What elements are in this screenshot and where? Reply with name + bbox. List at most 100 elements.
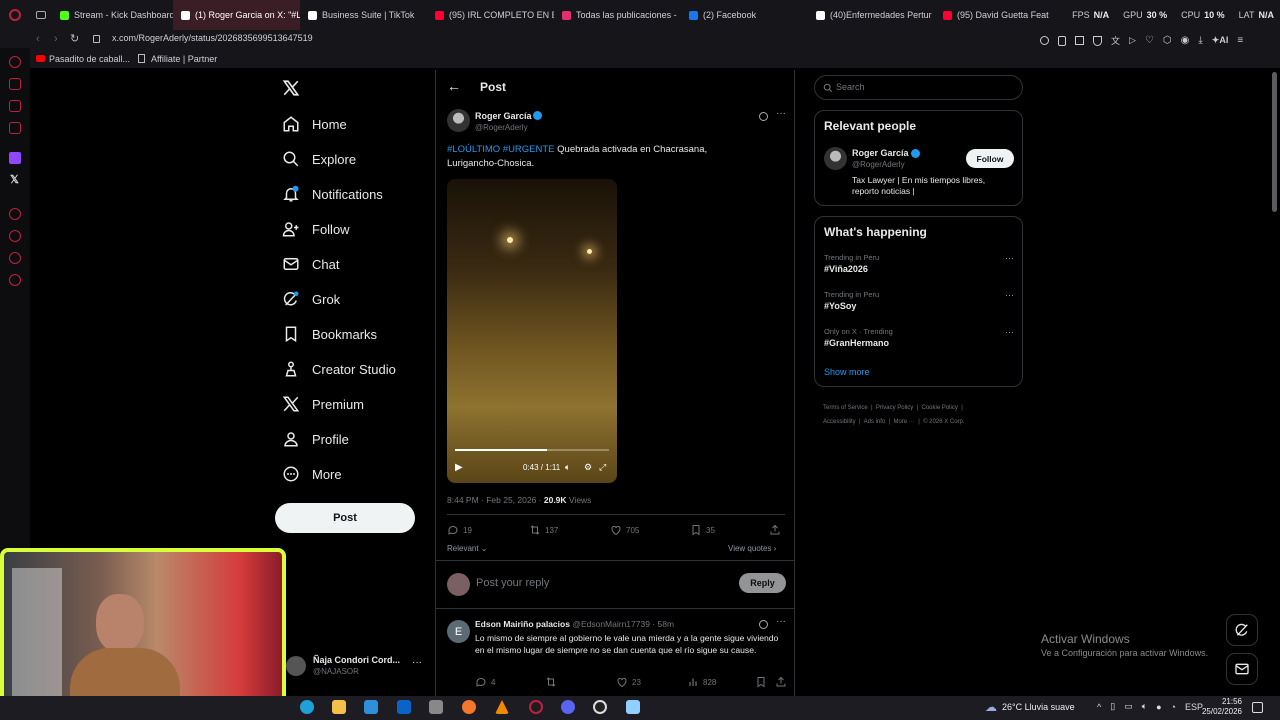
snapshot-icon[interactable] — [1075, 36, 1084, 45]
trend-item[interactable]: Only on X · Trending #GranHermano ··· — [824, 327, 1014, 357]
sidebar-chat-icon[interactable] — [9, 100, 21, 112]
reply-like-button[interactable]: 23 — [616, 676, 641, 688]
taskbar-firefox-icon[interactable] — [462, 700, 476, 714]
bookmark-1[interactable]: Pasadito de caball... — [49, 54, 130, 64]
sidebar-twitch-icon[interactable] — [9, 152, 21, 164]
reply-input[interactable]: Post your reply — [476, 577, 549, 589]
browser-tab[interactable]: (40)Enfermedades Pertur — [808, 0, 935, 30]
reply-share-button[interactable] — [775, 676, 787, 688]
nav-bookmarks[interactable]: Bookmarks — [282, 325, 377, 343]
post-hashtags[interactable]: #LOÚLTIMO #URGENTE — [447, 144, 555, 155]
person-avatar[interactable] — [824, 147, 847, 170]
reply-bookmark-button[interactable] — [755, 676, 767, 688]
taskbar-calculator-icon[interactable] — [429, 700, 443, 714]
taskbar-notes-icon[interactable] — [626, 700, 640, 714]
tray-usb-icon[interactable]: ▯ — [1110, 701, 1115, 712]
taskbar-explorer-icon[interactable] — [332, 700, 346, 714]
nav-notifications[interactable]: Notifications — [282, 185, 383, 203]
video-progress-bar[interactable] — [455, 449, 609, 451]
reply-author-avatar[interactable]: E — [447, 620, 470, 643]
follow-button[interactable]: Follow — [966, 149, 1014, 168]
opera-logo-icon[interactable] — [0, 0, 30, 30]
url-field[interactable]: x.com/RogerAderly/status/202683569951364… — [112, 33, 313, 43]
post-timestamp[interactable]: 8:44 PM · Feb 25, 2026 · — [447, 495, 544, 505]
tray-mic-icon[interactable]: ● — [1156, 702, 1161, 712]
video-play-icon[interactable]: ▶ — [455, 462, 463, 473]
reply-button[interactable]: Reply — [739, 573, 786, 593]
back-icon[interactable]: ‹ — [36, 33, 40, 45]
reply-reply-button[interactable]: 4 — [475, 676, 495, 688]
nav-profile[interactable]: Profile — [282, 430, 349, 448]
grok-float-button[interactable] — [1226, 614, 1258, 646]
notification-center-icon[interactable] — [1252, 702, 1263, 713]
account-switcher[interactable]: Ñaja Condori Cord... @NAJASOR ··· — [286, 654, 426, 680]
taskbar-opera-icon[interactable] — [529, 700, 543, 714]
sidebar-player-icon[interactable] — [9, 208, 21, 220]
shield-icon[interactable] — [1093, 35, 1102, 46]
browser-tab[interactable]: (1) Roger Garcia on X: "#L — [173, 0, 301, 30]
sort-dropdown[interactable]: Relevant ⌄ — [447, 544, 488, 553]
nav-chat[interactable]: Chat — [282, 255, 339, 273]
sidebar-mail-icon[interactable] — [9, 122, 21, 134]
browser-tab[interactable]: (2) Facebook — [681, 0, 808, 30]
nav-premium[interactable]: Premium — [282, 395, 364, 413]
post-share-button[interactable] — [769, 524, 781, 536]
reply-repost-button[interactable] — [545, 676, 557, 688]
browser-tab[interactable]: Stream - Kick Dashboard — [52, 0, 173, 30]
sidebar-history-icon[interactable] — [9, 230, 21, 242]
reply-author-name[interactable]: Edson Mairiño palacios — [475, 619, 570, 629]
browser-tab[interactable]: (95) IRL COMPLETO EN E — [427, 0, 554, 30]
menu-icon[interactable]: ≡ — [1237, 35, 1243, 46]
reply-tweet[interactable]: E Edson Mairiño palacios @EdsonMairn1773… — [436, 610, 794, 696]
heart-icon[interactable]: ♡ — [1145, 35, 1154, 46]
taskbar-outlook-icon[interactable] — [397, 700, 411, 714]
reply-views[interactable]: 828 — [687, 676, 716, 688]
zoom-icon[interactable] — [1040, 36, 1049, 45]
settings-icon[interactable]: ⚙︎ — [584, 462, 592, 473]
sidebar-messenger-icon[interactable] — [9, 78, 21, 90]
back-arrow-icon[interactable]: ← — [447, 78, 461, 94]
trend-more-icon[interactable]: ··· — [1005, 290, 1014, 300]
grok-post-icon[interactable] — [759, 112, 768, 121]
taskbar-clock[interactable]: 21:56 25/02/2026 — [1198, 697, 1242, 717]
play-icon[interactable]: ▷ — [1129, 35, 1136, 46]
author-name[interactable]: Roger García — [475, 111, 532, 121]
person-handle[interactable]: @RogerAderly — [852, 160, 905, 169]
browser-tab[interactable]: Business Suite | TikTok — [300, 0, 427, 30]
reload-icon[interactable]: ↻ — [70, 32, 79, 45]
trend-more-icon[interactable]: ··· — [1005, 327, 1014, 337]
author-avatar[interactable] — [447, 109, 470, 132]
sidebar-x-icon[interactable]: 𝕏 — [10, 173, 19, 186]
reply-grok-icon[interactable] — [759, 620, 768, 629]
footer-cookie[interactable]: Cookie Policy — [922, 405, 958, 411]
browser-tab[interactable]: (95) David Guetta Feat — [935, 0, 1062, 30]
sidebar-aria-icon[interactable] — [9, 56, 21, 68]
post-like-button[interactable]: 705 — [610, 524, 639, 536]
weather-widget[interactable]: ☁ 26°C Lluvia suave — [985, 700, 1075, 714]
footer-accessibility[interactable]: Accessibility — [823, 419, 856, 425]
browser-tab[interactable]: Todas las publicaciones - — [554, 0, 681, 30]
fullscreen-icon[interactable]: ⤢ — [599, 462, 606, 473]
nav-creator-studio[interactable]: Creator Studio — [282, 360, 396, 378]
trend-item[interactable]: Trending in Peru #Viña2026 ··· — [824, 253, 1014, 283]
volume-icon[interactable]: 🔈︎ — [565, 462, 570, 473]
post-video[interactable]: ▶ 0:43 / 1:11 🔈︎ ⚙︎ ⤢ — [447, 179, 617, 483]
nav-follow[interactable]: Follow — [282, 220, 350, 238]
sidebar-settings-icon[interactable] — [9, 274, 21, 286]
taskbar-app-icon[interactable] — [364, 700, 378, 714]
nav-grok[interactable]: Grok — [282, 290, 340, 308]
download-icon[interactable]: ⤓ — [1198, 35, 1202, 46]
account-icon[interactable]: ◉ — [1181, 35, 1190, 46]
author-handle[interactable]: @RogerAderly — [475, 123, 528, 132]
trend-item[interactable]: Trending in Peru #YoSoy ··· — [824, 290, 1014, 320]
post-more-icon[interactable]: ··· — [776, 108, 786, 119]
nav-more[interactable]: More — [282, 465, 342, 483]
person-name[interactable]: Roger García — [852, 148, 909, 158]
tray-volume-icon[interactable]: 🔈︎ — [1142, 701, 1147, 712]
sidebar-extensions-icon[interactable] — [9, 252, 21, 264]
taskbar-obs-icon[interactable] — [593, 700, 607, 714]
reply-author-handle[interactable]: @EdsonMairn17739 — [572, 619, 650, 629]
tray-chevron-icon[interactable]: ^ — [1097, 702, 1101, 712]
footer-privacy[interactable]: Privacy Policy — [876, 405, 913, 411]
view-quotes-link[interactable]: View quotes › — [728, 544, 776, 553]
